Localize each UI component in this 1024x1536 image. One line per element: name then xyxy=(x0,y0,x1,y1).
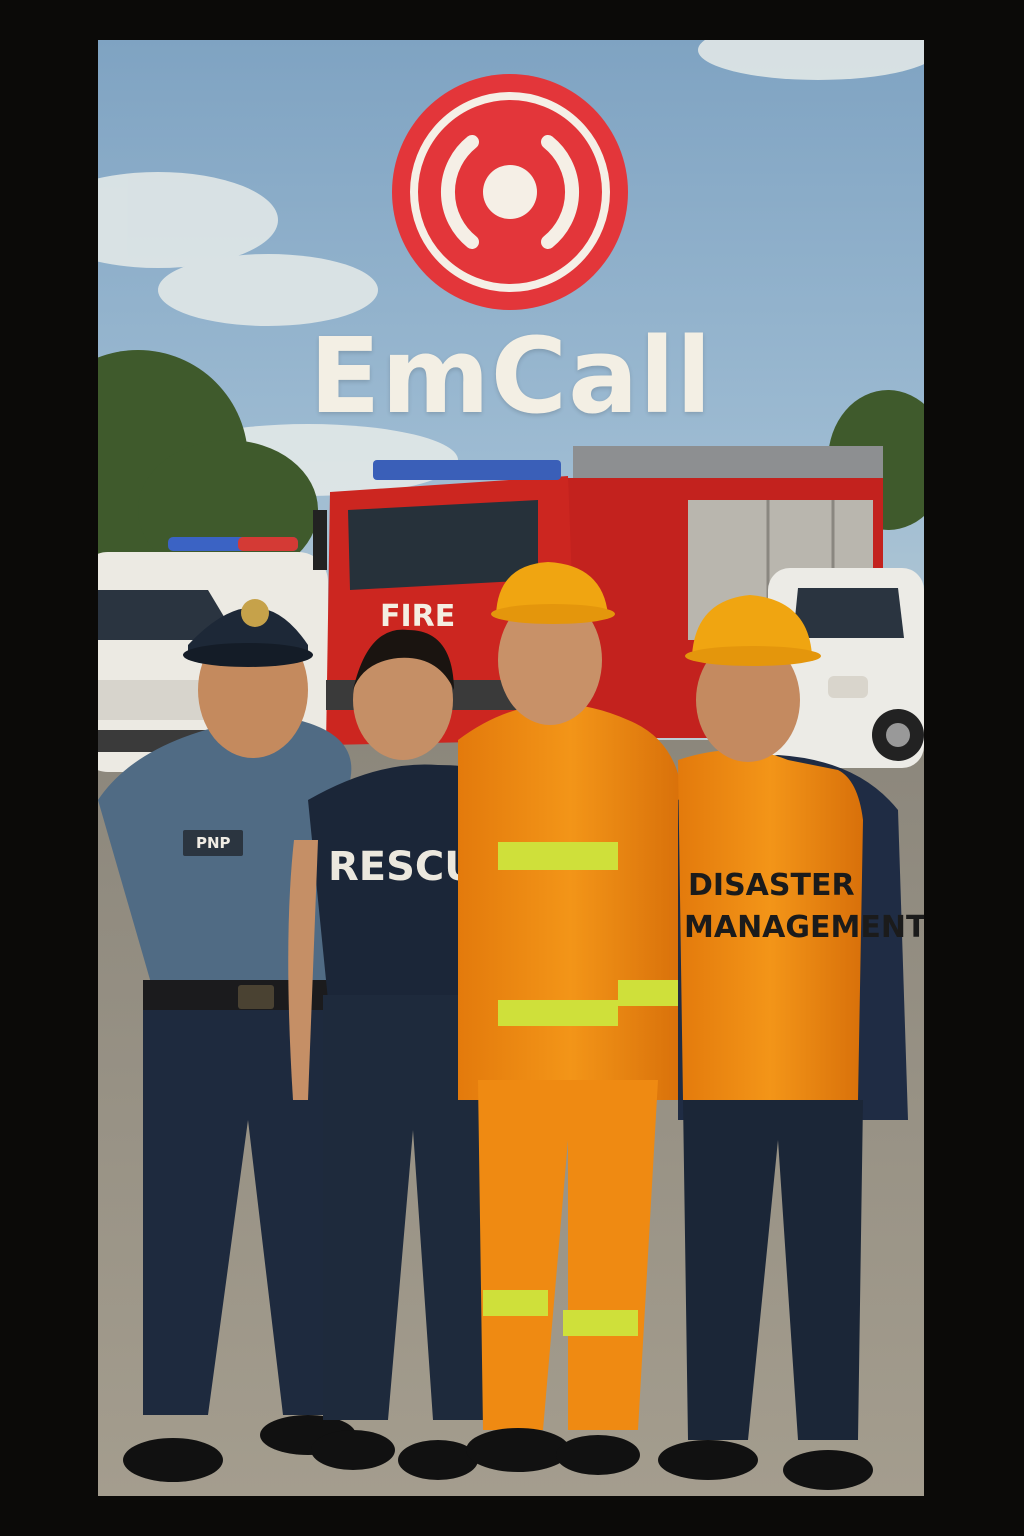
vest-text-line-2: MANAGEMENT xyxy=(684,910,924,945)
police-badge: PNP xyxy=(196,834,231,852)
emergency-broadcast-icon xyxy=(392,74,628,310)
truck-label: FIRE xyxy=(380,599,455,634)
vest-text-line-1: DISASTER xyxy=(688,868,855,903)
splash-screen: FIRE PNP RESCUE DISASTER MANAGEMENT EmCa… xyxy=(98,40,924,1496)
app-title: EmCall xyxy=(309,315,713,437)
